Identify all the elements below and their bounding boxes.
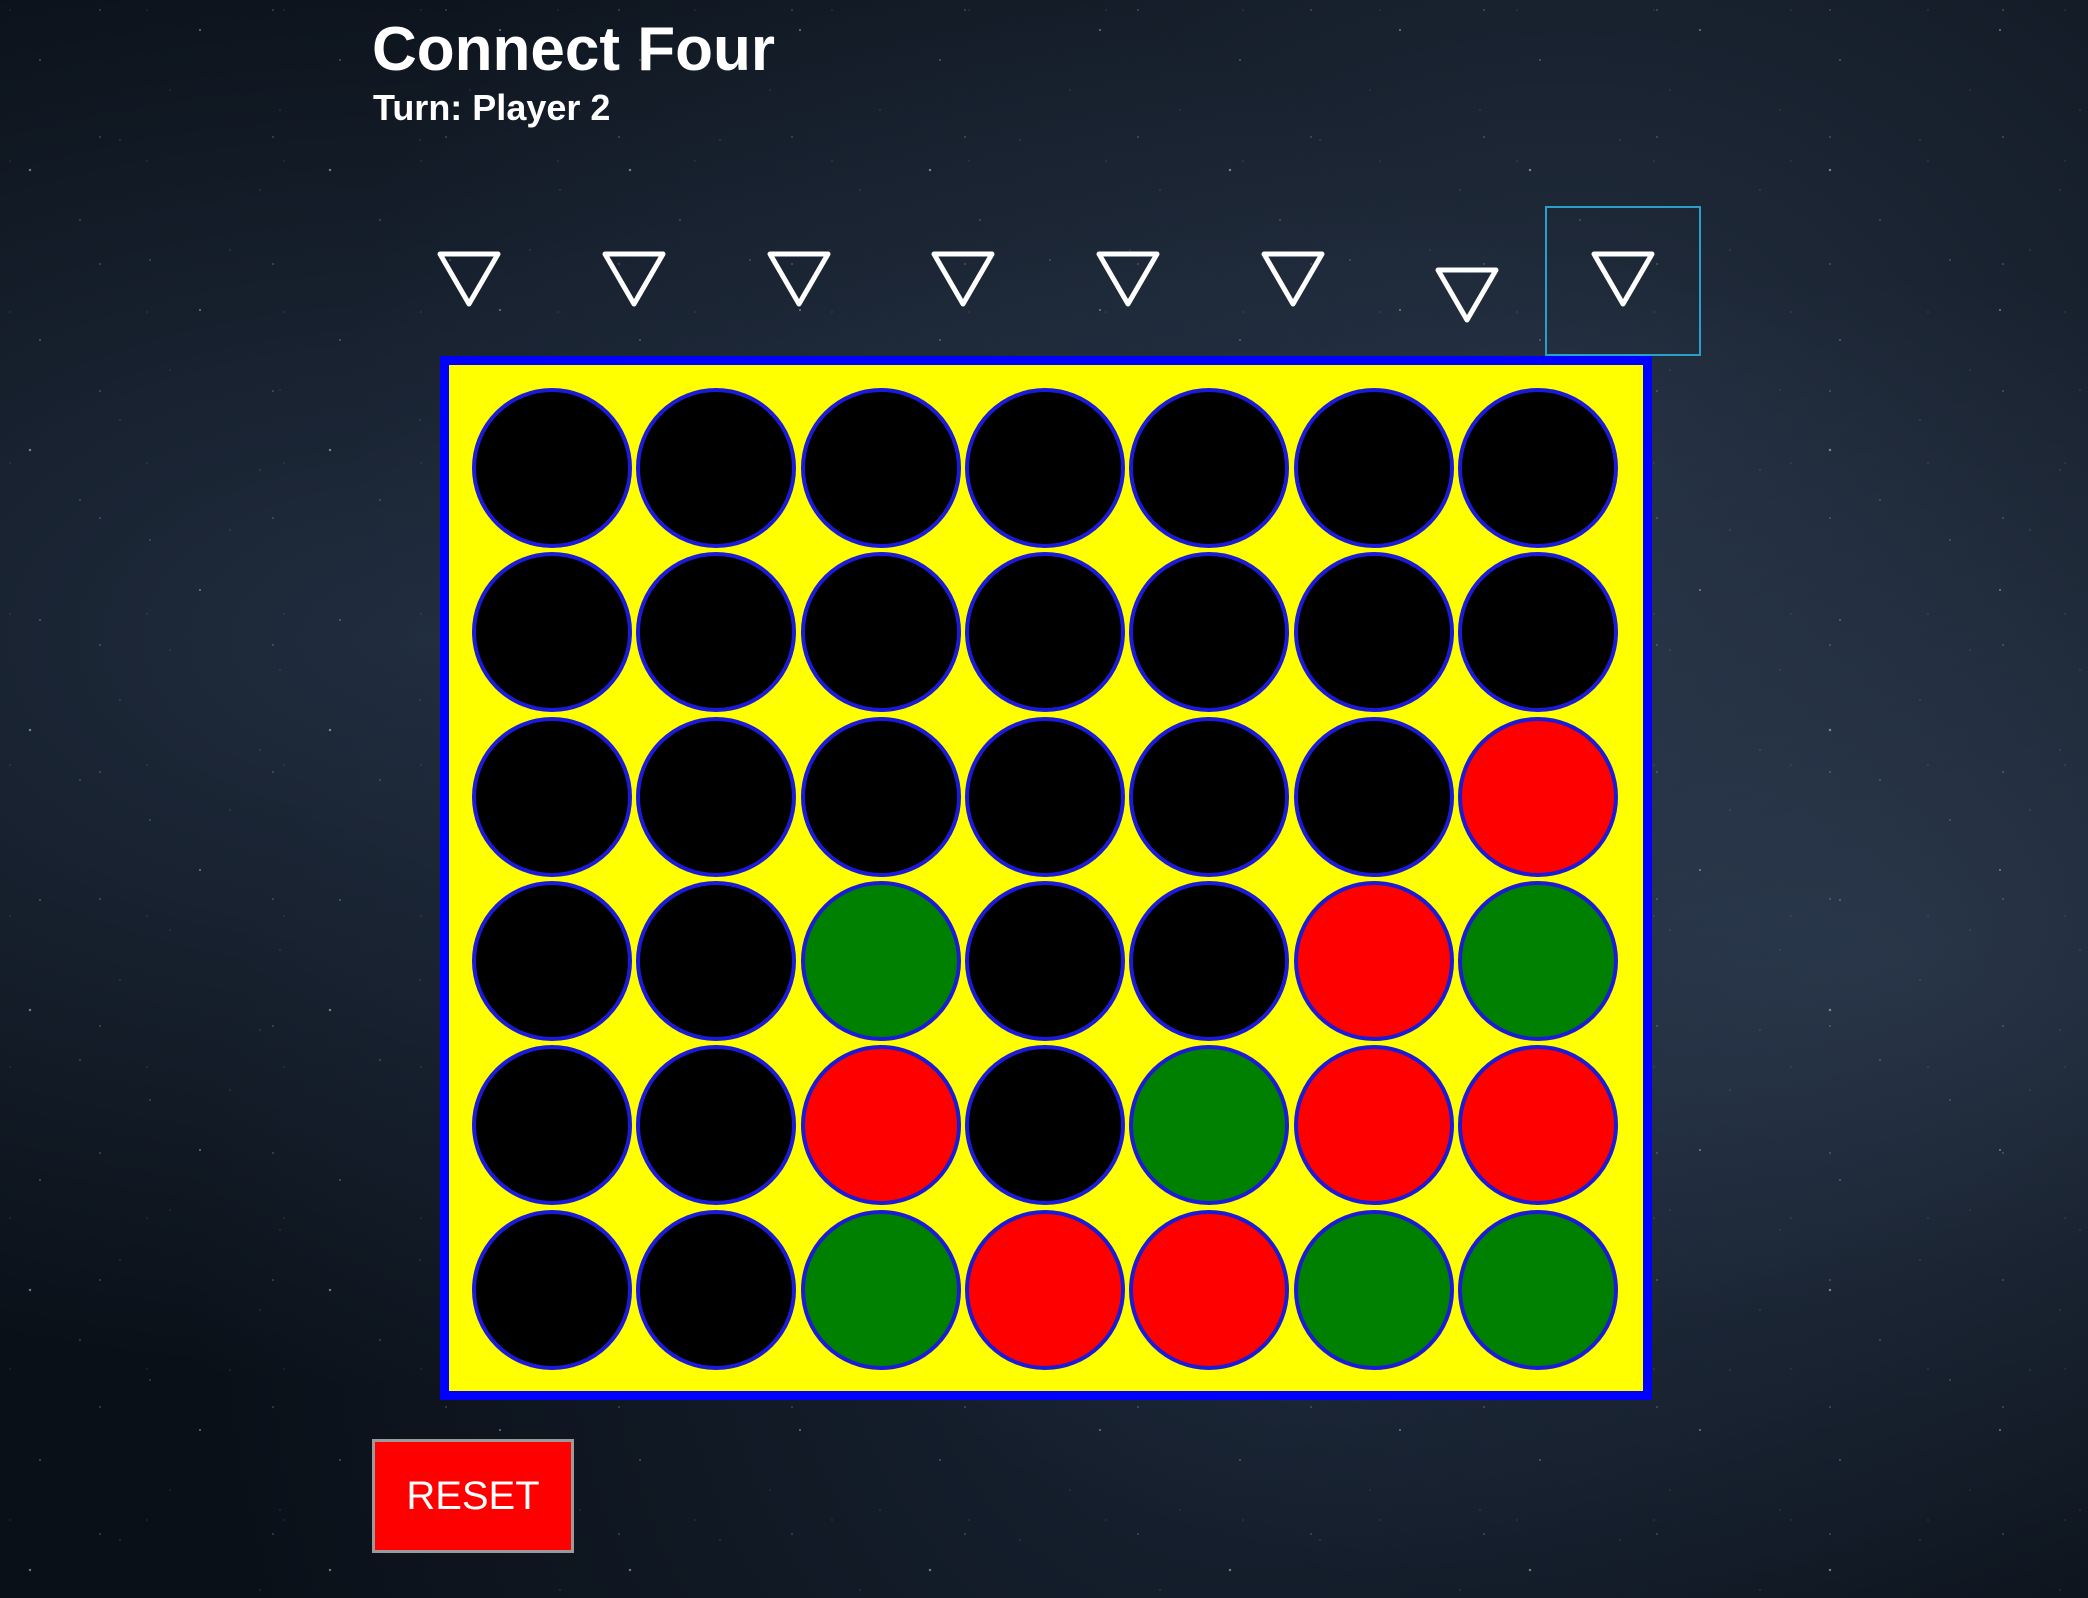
board-cell-r2-c1-empty[interactable] (472, 552, 632, 713)
board-cell-r4-c5-empty[interactable] (1129, 880, 1290, 1041)
board-cell-r1-c2-empty[interactable] (636, 388, 797, 548)
triangle-down-icon (436, 250, 502, 313)
drop-column-2-button[interactable] (556, 206, 712, 356)
board-cell-r4-c4-empty[interactable] (964, 880, 1125, 1041)
triangle-down-icon (1095, 250, 1161, 313)
drop-column-5-button[interactable] (1050, 206, 1206, 356)
board-cell-r2-c6-empty[interactable] (1293, 552, 1454, 713)
board-cell-r3-c5-empty[interactable] (1129, 716, 1290, 877)
triangle-down-icon (1434, 266, 1500, 329)
board-cell-r4-c2-empty[interactable] (636, 880, 797, 1041)
triangle-down-icon (766, 250, 832, 313)
board-cell-r1-c4-empty[interactable] (964, 388, 1125, 548)
board-cell-r4-c3-green[interactable] (800, 880, 961, 1041)
triangle-down-icon (601, 250, 667, 313)
board-cell-r3-c3-empty[interactable] (800, 716, 961, 877)
drop-column-7-button[interactable] (1389, 222, 1545, 372)
board-cell-r2-c4-empty[interactable] (964, 552, 1125, 713)
board-cell-r3-c6-empty[interactable] (1293, 716, 1454, 877)
column-drop-controls (0, 0, 2088, 360)
triangle-down-icon (1260, 250, 1326, 313)
board-cell-r1-c1-empty[interactable] (472, 388, 632, 548)
reset-button[interactable]: RESET (372, 1439, 574, 1553)
board-cell-r6-c5-red[interactable] (1129, 1209, 1290, 1370)
board-cell-r6-c2-empty[interactable] (636, 1209, 797, 1370)
board-cell-r6-c1-empty[interactable] (472, 1209, 632, 1370)
board-cell-r1-c3-empty[interactable] (800, 388, 961, 548)
board-cell-r3-c1-empty[interactable] (472, 716, 632, 877)
board-cell-r6-c6-green[interactable] (1293, 1209, 1454, 1370)
board-cell-r6-c4-red[interactable] (964, 1209, 1125, 1370)
drop-column-6-button[interactable] (1215, 206, 1371, 356)
board-cell-r4-c6-red[interactable] (1293, 880, 1454, 1041)
board-cell-r2-c3-empty[interactable] (800, 552, 961, 713)
board-cell-r6-c7-green[interactable] (1457, 1209, 1618, 1370)
board-cell-r3-c2-empty[interactable] (636, 716, 797, 877)
board-cell-r3-c4-empty[interactable] (964, 716, 1125, 877)
board-cell-r2-c5-empty[interactable] (1129, 552, 1290, 713)
board-cell-r1-c5-empty[interactable] (1129, 388, 1290, 548)
game-page: { "header": { "title": "Connect Four", "… (0, 0, 2088, 1598)
board-cell-r5-c2-empty[interactable] (636, 1045, 797, 1206)
board-cell-r5-c7-red[interactable] (1457, 1045, 1618, 1206)
board-cell-r4-c1-empty[interactable] (472, 880, 632, 1041)
board-cell-r2-c2-empty[interactable] (636, 552, 797, 713)
drop-column-4-button[interactable] (885, 206, 1041, 356)
drop-column-1-button[interactable] (391, 206, 547, 356)
drop-column-8-button[interactable] (1545, 206, 1701, 356)
board-cell-r1-c6-empty[interactable] (1293, 388, 1454, 548)
board-cell-r6-c3-green[interactable] (800, 1209, 961, 1370)
board-cell-r3-c7-red[interactable] (1457, 716, 1618, 877)
board-cell-r5-c4-empty[interactable] (964, 1045, 1125, 1206)
triangle-down-icon (1590, 250, 1656, 313)
board-cell-r5-c6-red[interactable] (1293, 1045, 1454, 1206)
board-cell-r4-c7-green[interactable] (1457, 880, 1618, 1041)
game-board (440, 356, 1652, 1400)
board-cell-r2-c7-empty[interactable] (1457, 552, 1618, 713)
board-cell-r5-c3-red[interactable] (800, 1045, 961, 1206)
board-cell-r5-c1-empty[interactable] (472, 1045, 632, 1206)
triangle-down-icon (930, 250, 996, 313)
drop-column-3-button[interactable] (721, 206, 877, 356)
board-cell-r5-c5-green[interactable] (1129, 1045, 1290, 1206)
board-cell-r1-c7-empty[interactable] (1457, 388, 1618, 548)
